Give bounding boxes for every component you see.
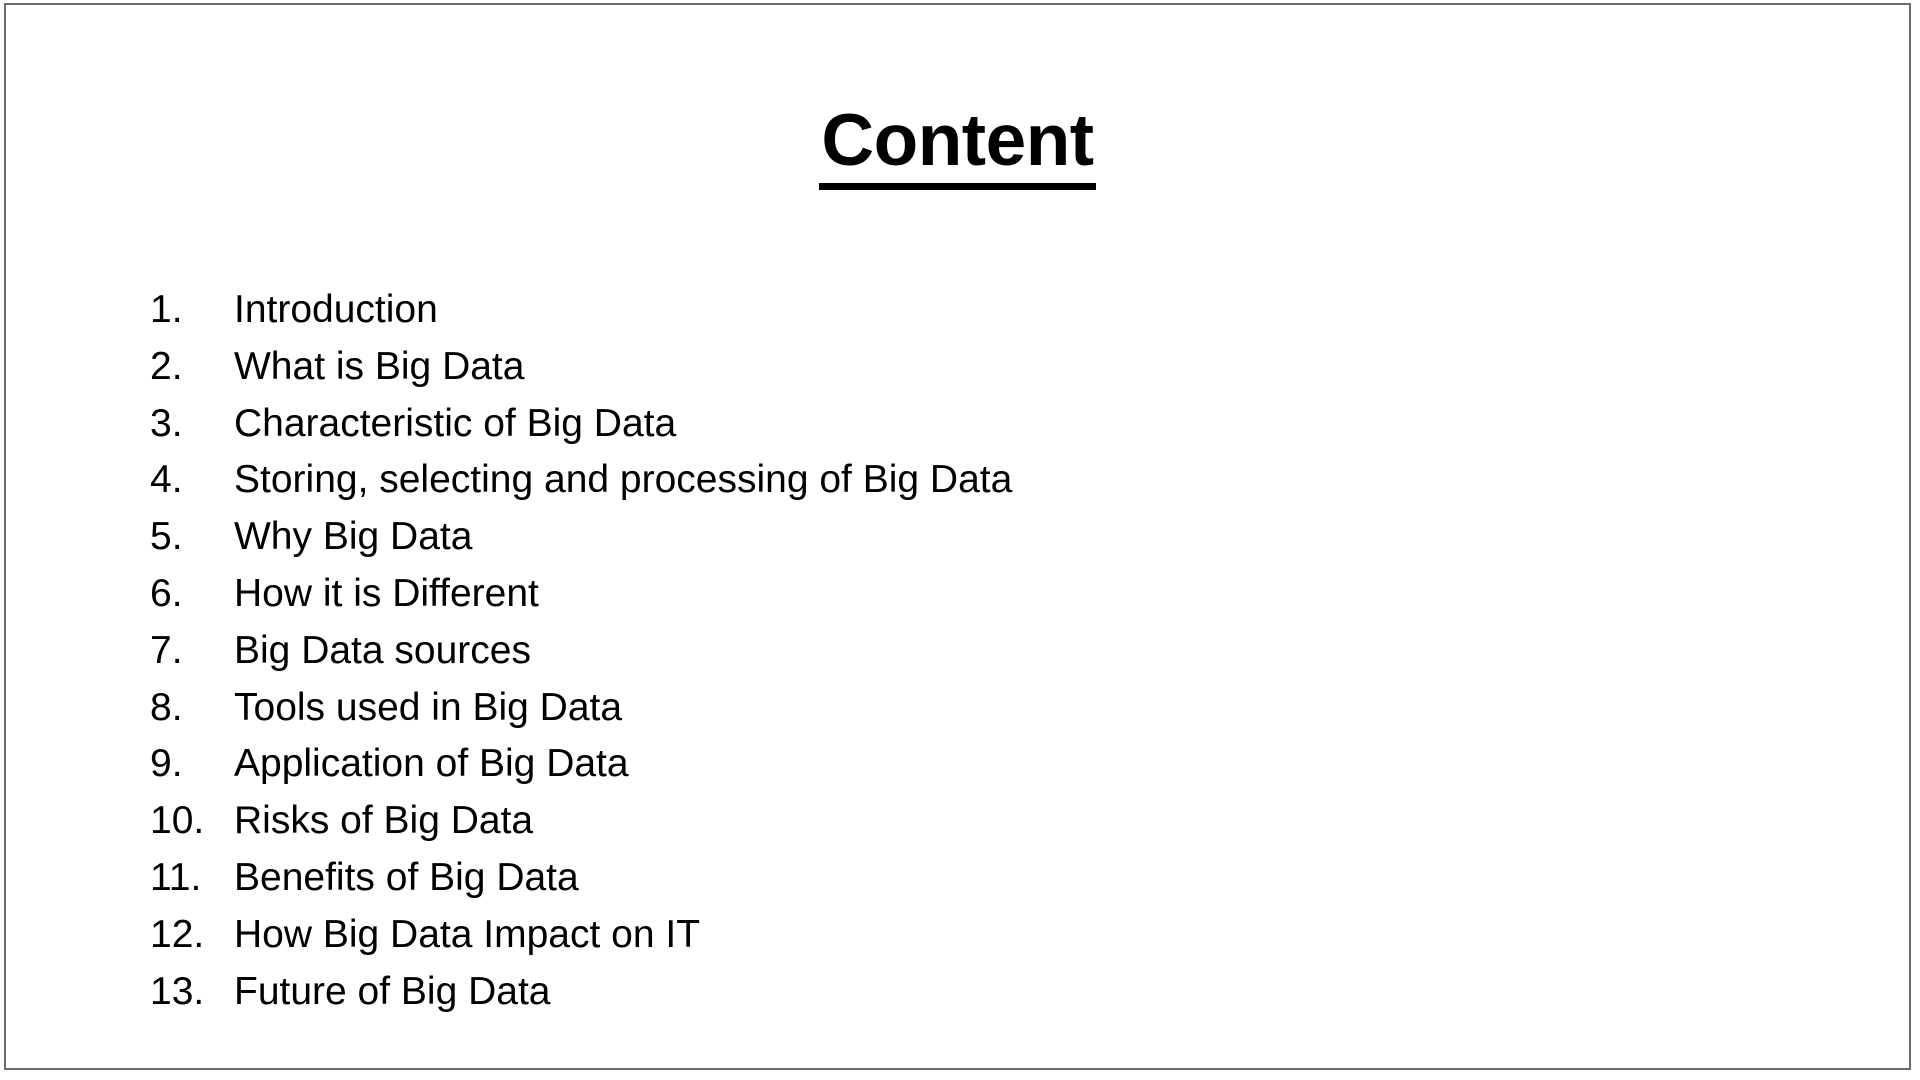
list-item-label: Why Big Data [234, 515, 473, 559]
list-item-label: Application of Big Data [234, 742, 629, 786]
title-block: Content [6, 101, 1909, 190]
list-item: 12. How Big Data Impact on IT [150, 907, 1750, 964]
list-item-number: 7. [150, 628, 183, 672]
list-item-label: Benefits of Big Data [234, 855, 579, 899]
list-item-number: 5. [150, 515, 183, 559]
slide-canvas: Content 1. Introduction 2. What is Big Data… [6, 5, 1909, 1068]
list-item: 3. Characteristic of Big Data [150, 396, 1750, 453]
list-item-number: 6. [150, 571, 183, 615]
list-item-number: 10. [150, 799, 205, 843]
list-item: 1. Introduction [150, 282, 1750, 339]
list-item: 2. What is Big Data [150, 339, 1750, 396]
list-item-label: Storing, selecting and processing of Big… [234, 458, 1013, 502]
list-item-number: 1. [150, 288, 183, 331]
list-item: 13. Future of Big Data [150, 964, 1750, 1021]
list-item: 9. Application of Big Data [150, 736, 1750, 793]
list-item-label: Introduction [234, 288, 438, 331]
list-item-label: What is Big Data [234, 344, 525, 388]
list-item-label: Big Data sources [234, 628, 531, 672]
list-item: 7. Big Data sources [150, 623, 1750, 680]
list-item: 10. Risks of Big Data [150, 793, 1750, 850]
list-item: 6. How it is Different [150, 566, 1750, 623]
list-item: 5. Why Big Data [150, 509, 1750, 566]
list-item-label: Characteristic of Big Data [234, 401, 677, 445]
list-item-label: How Big Data Impact on IT [234, 912, 701, 956]
list-item-label: Future of Big Data [234, 969, 551, 1013]
list-item-number: 13. [150, 969, 205, 1013]
list-item-number: 2. [150, 344, 183, 388]
list-item-number: 9. [150, 742, 183, 786]
list-item: 11. Benefits of Big Data [150, 850, 1750, 907]
content-list: 1. Introduction 2. What is Big Data 3. Charac… [150, 282, 1750, 1020]
list-item-label: Risks of Big Data [234, 799, 534, 843]
list-item-label: Tools used in Big Data [234, 685, 623, 729]
list-item-number: 4. [150, 458, 183, 502]
list-item-number: 3. [150, 401, 183, 445]
list-item: 4. Storing, selecting and processing of B… [150, 452, 1750, 509]
list-item-number: 12. [150, 912, 205, 956]
page-title: Content [819, 101, 1096, 190]
list-item-label: How it is Different [234, 571, 539, 615]
list-item-number: 8. [150, 685, 183, 729]
list-item: 8. Tools used in Big Data [150, 680, 1750, 737]
list-item-number: 11. [150, 855, 202, 899]
slide: Content 1. Introduction 2. What is Big Data… [4, 3, 1911, 1070]
